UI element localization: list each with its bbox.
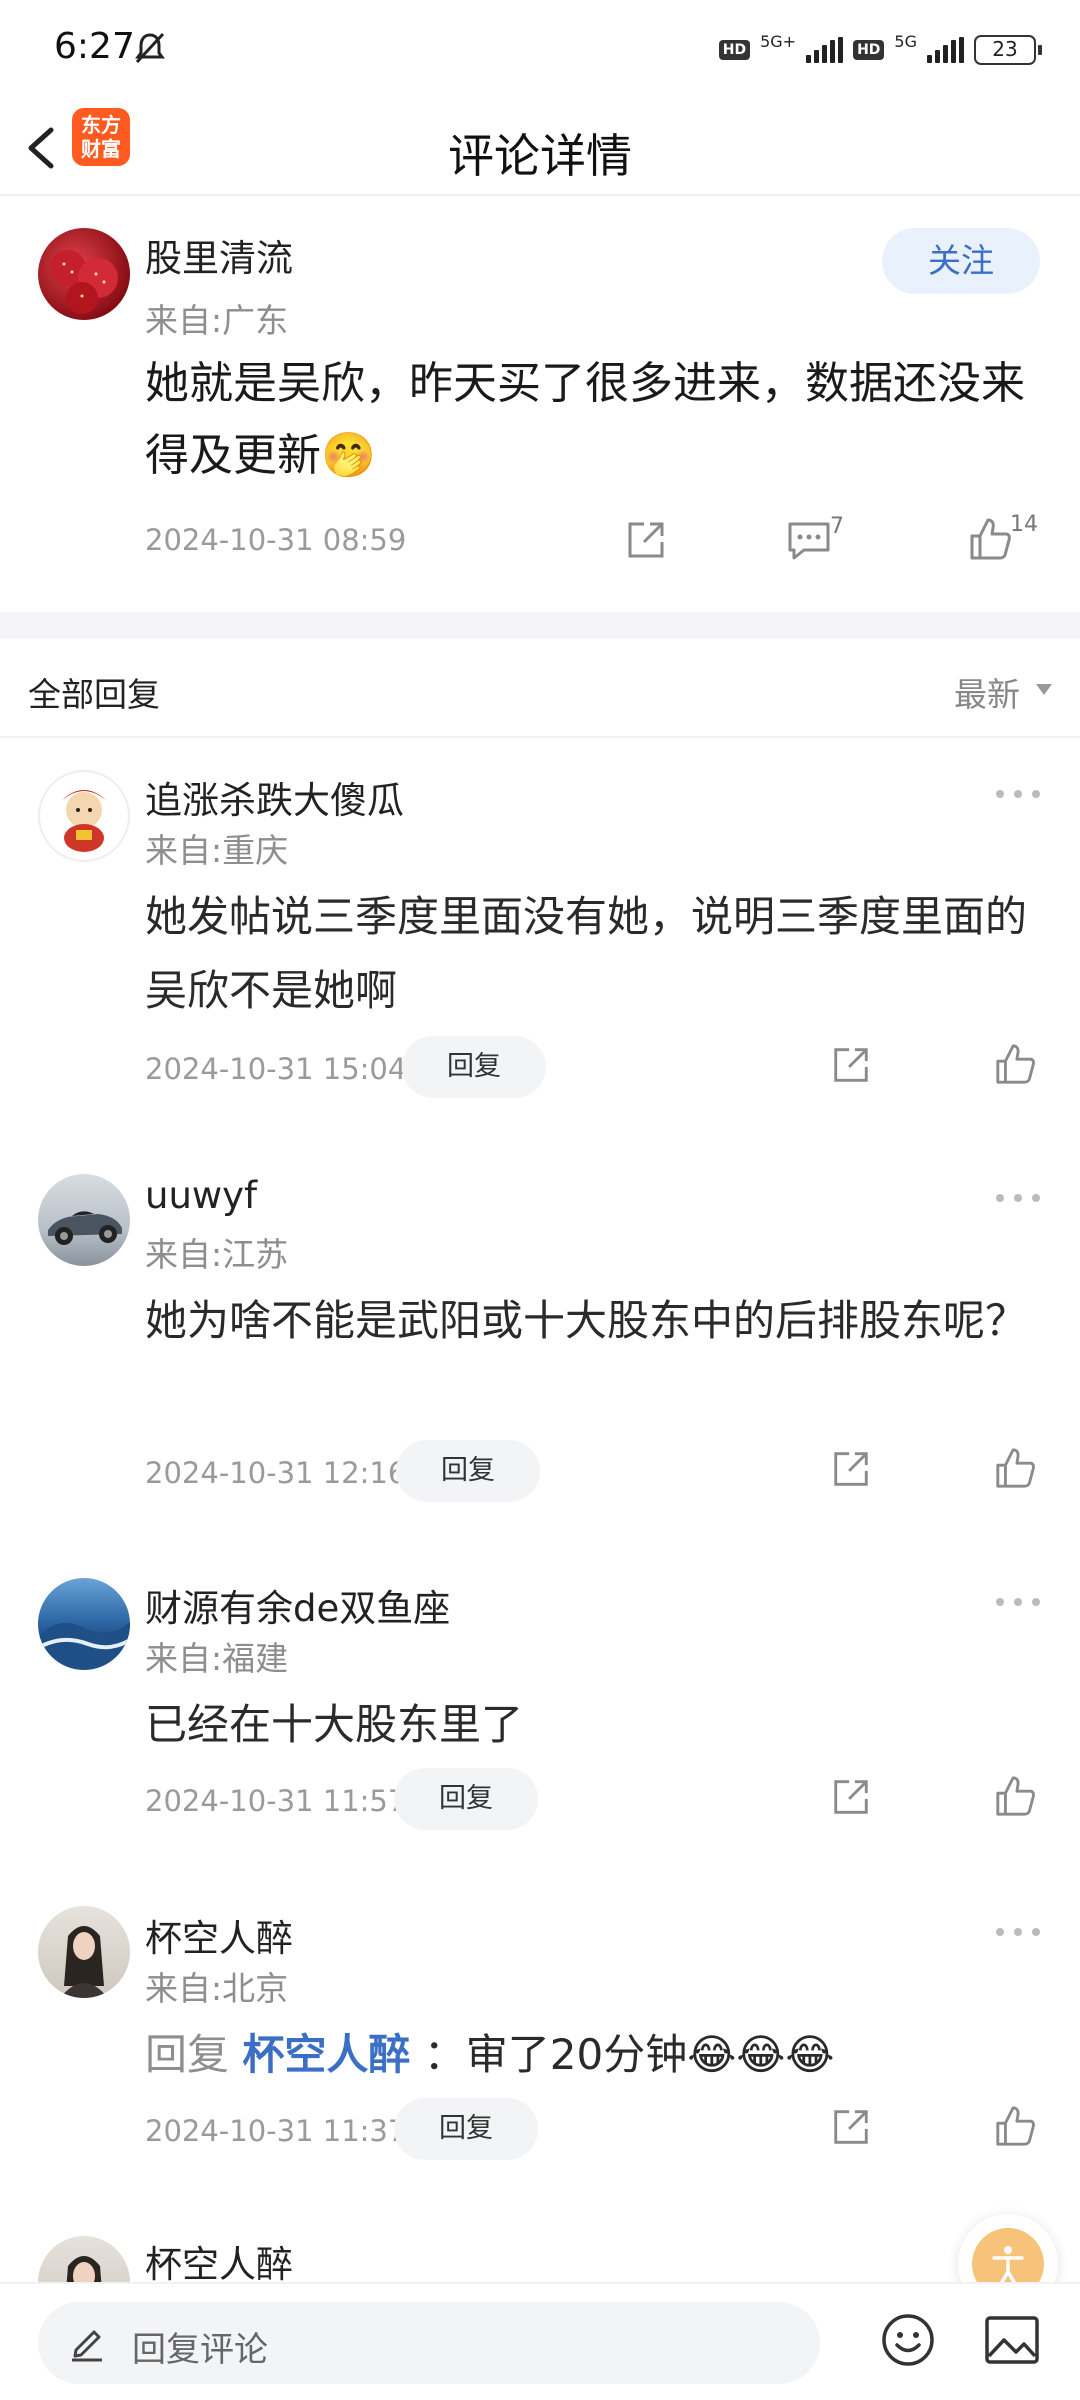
battery-icon: 23: [974, 35, 1042, 65]
reply-item: uuwyf 来自:江苏 她为啥不能是武阳或十大股东中的后排股东呢？ 2024-1…: [0, 1142, 1080, 1542]
network-type-2: 5G: [894, 32, 917, 51]
share-icon[interactable]: [830, 2106, 872, 2148]
username[interactable]: 追涨杀跌大傻瓜: [145, 770, 404, 824]
car-avatar-icon: [48, 1211, 122, 1245]
strawberry-avatar-icon: [50, 250, 118, 314]
follow-button[interactable]: 关注: [882, 228, 1040, 294]
reply-item: 杯空人醉 来自:北京 回复 杯空人醉 ：审了20分钟😂😂😂 2024-10-31…: [0, 1876, 1080, 2206]
reply-input-placeholder: 回复评论: [132, 2330, 268, 2370]
like-icon[interactable]: [994, 2104, 1036, 2148]
share-icon[interactable]: [830, 1044, 872, 1086]
share-icon[interactable]: [830, 1448, 872, 1490]
sort-dropdown[interactable]: 最新: [954, 668, 1020, 716]
more-options-icon[interactable]: [996, 1598, 1040, 1610]
like-count: 14: [1010, 512, 1038, 537]
comment-count: 7: [830, 514, 844, 539]
location: 来自:江苏: [145, 1235, 289, 1274]
reply-button[interactable]: 回复: [394, 2098, 538, 2160]
hd-badge: HD: [718, 40, 751, 60]
username[interactable]: 股里清流: [145, 228, 293, 282]
replies-title: 全部回复: [28, 675, 160, 714]
image-icon[interactable]: [984, 2314, 1040, 2366]
signal-icon-2: [927, 37, 964, 63]
location: 来自:广东: [145, 301, 289, 340]
location: 来自:重庆: [145, 831, 289, 870]
reply-button[interactable]: 回复: [396, 1440, 540, 1502]
like-icon[interactable]: [994, 1774, 1036, 1818]
reply-date: 2024-10-31 11:37: [145, 2114, 407, 2148]
woman-avatar-icon: [60, 1926, 108, 1998]
reply-target-user[interactable]: 杯空人醉: [242, 2030, 410, 2079]
location: 来自:福建: [145, 1639, 289, 1678]
emoji-icon[interactable]: [880, 2312, 936, 2368]
avatar[interactable]: [38, 228, 130, 320]
comment-date: 2024-10-31 08:59: [145, 523, 407, 557]
section-divider: [0, 612, 1080, 638]
bell-muted-icon: [135, 32, 165, 64]
bottom-bar: 回复评论: [0, 2282, 1080, 2400]
username[interactable]: 杯空人醉: [145, 1908, 293, 1962]
avatar[interactable]: [38, 2236, 130, 2282]
username[interactable]: 杯空人醉: [145, 2234, 293, 2282]
reply-text: 已经在十大股东里了: [145, 1700, 524, 1749]
more-options-icon[interactable]: [996, 790, 1040, 802]
username[interactable]: 财源有余de双鱼座: [145, 1578, 450, 1632]
reply-text: 回复 杯空人醉 ：审了20分钟😂😂😂: [145, 2018, 1035, 2092]
more-options-icon[interactable]: [996, 1194, 1040, 1206]
status-indicators: HD 5G+ HD 5G 23: [718, 30, 1042, 70]
avatar[interactable]: [38, 1174, 130, 1266]
reply-date: 2024-10-31 12:16: [145, 1456, 407, 1490]
reply-date: 2024-10-31 15:04: [145, 1052, 407, 1086]
top-nav: 东方 财富 评论详情: [0, 100, 1080, 196]
reply-item: 杯空人醉: [0, 2206, 1080, 2282]
reply-text: 她为啥不能是武阳或十大股东中的后排股东呢？: [145, 1296, 1028, 1345]
status-bar: 6:27 HD 5G+ HD 5G 23: [0, 0, 1080, 100]
main-comment: 股里清流 来自:广东 关注 她就是吴欣，昨天买了很多进来，数据还没来得及更新🤭 …: [0, 196, 1080, 616]
reply-item: 财源有余de双鱼座 来自:福建 已经在十大股东里了 2024-10-31 11:…: [0, 1546, 1080, 1876]
avatar[interactable]: [38, 1578, 130, 1670]
signal-icon: [806, 37, 844, 63]
avatar[interactable]: [38, 1906, 130, 1998]
location: 来自:北京: [145, 1969, 289, 2008]
status-time: 6:27: [54, 26, 135, 67]
like-icon[interactable]: [994, 1446, 1036, 1490]
woman-avatar-icon: [66, 2256, 102, 2282]
replies-header: 全部回复 最新: [0, 638, 1080, 738]
comment-text: 她就是吴欣，昨天买了很多进来，数据还没来得及更新🤭: [145, 358, 1025, 481]
reply-item: 追涨杀跌大傻瓜 来自:重庆 她发帖说三季度里面没有她，说明三季度里面的吴欣不是她…: [0, 738, 1080, 1138]
share-icon[interactable]: [624, 518, 668, 562]
page-title: 评论详情: [448, 129, 632, 183]
network-type-1: 5G+: [760, 32, 797, 51]
reply-body: ：审了20分钟😂😂😂: [423, 2030, 835, 2079]
username[interactable]: uuwyf: [145, 1174, 257, 1217]
reply-button[interactable]: 回复: [394, 1768, 538, 1830]
reply-text: 她发帖说三季度里面没有她，说明三季度里面的吴欣不是她啊: [145, 892, 1028, 1015]
avatar[interactable]: [38, 770, 130, 862]
more-options-icon[interactable]: [996, 1928, 1040, 1940]
reply-date: 2024-10-31 11:57: [145, 1784, 407, 1818]
reply-prefix: 回复: [145, 2030, 230, 2079]
caret-down-icon[interactable]: [1036, 684, 1052, 695]
reply-button[interactable]: 回复: [402, 1036, 546, 1098]
like-icon[interactable]: [994, 1042, 1036, 1086]
share-icon[interactable]: [830, 1776, 872, 1818]
pencil-icon: [72, 2330, 102, 2362]
comment-icon[interactable]: [786, 518, 832, 562]
reply-input[interactable]: 回复评论: [38, 2302, 820, 2384]
wave-avatar-icon: [38, 1622, 130, 1670]
hd-badge-2: HD: [853, 40, 885, 60]
caishen-avatar-icon: [62, 790, 106, 852]
like-icon[interactable]: [968, 516, 1012, 562]
